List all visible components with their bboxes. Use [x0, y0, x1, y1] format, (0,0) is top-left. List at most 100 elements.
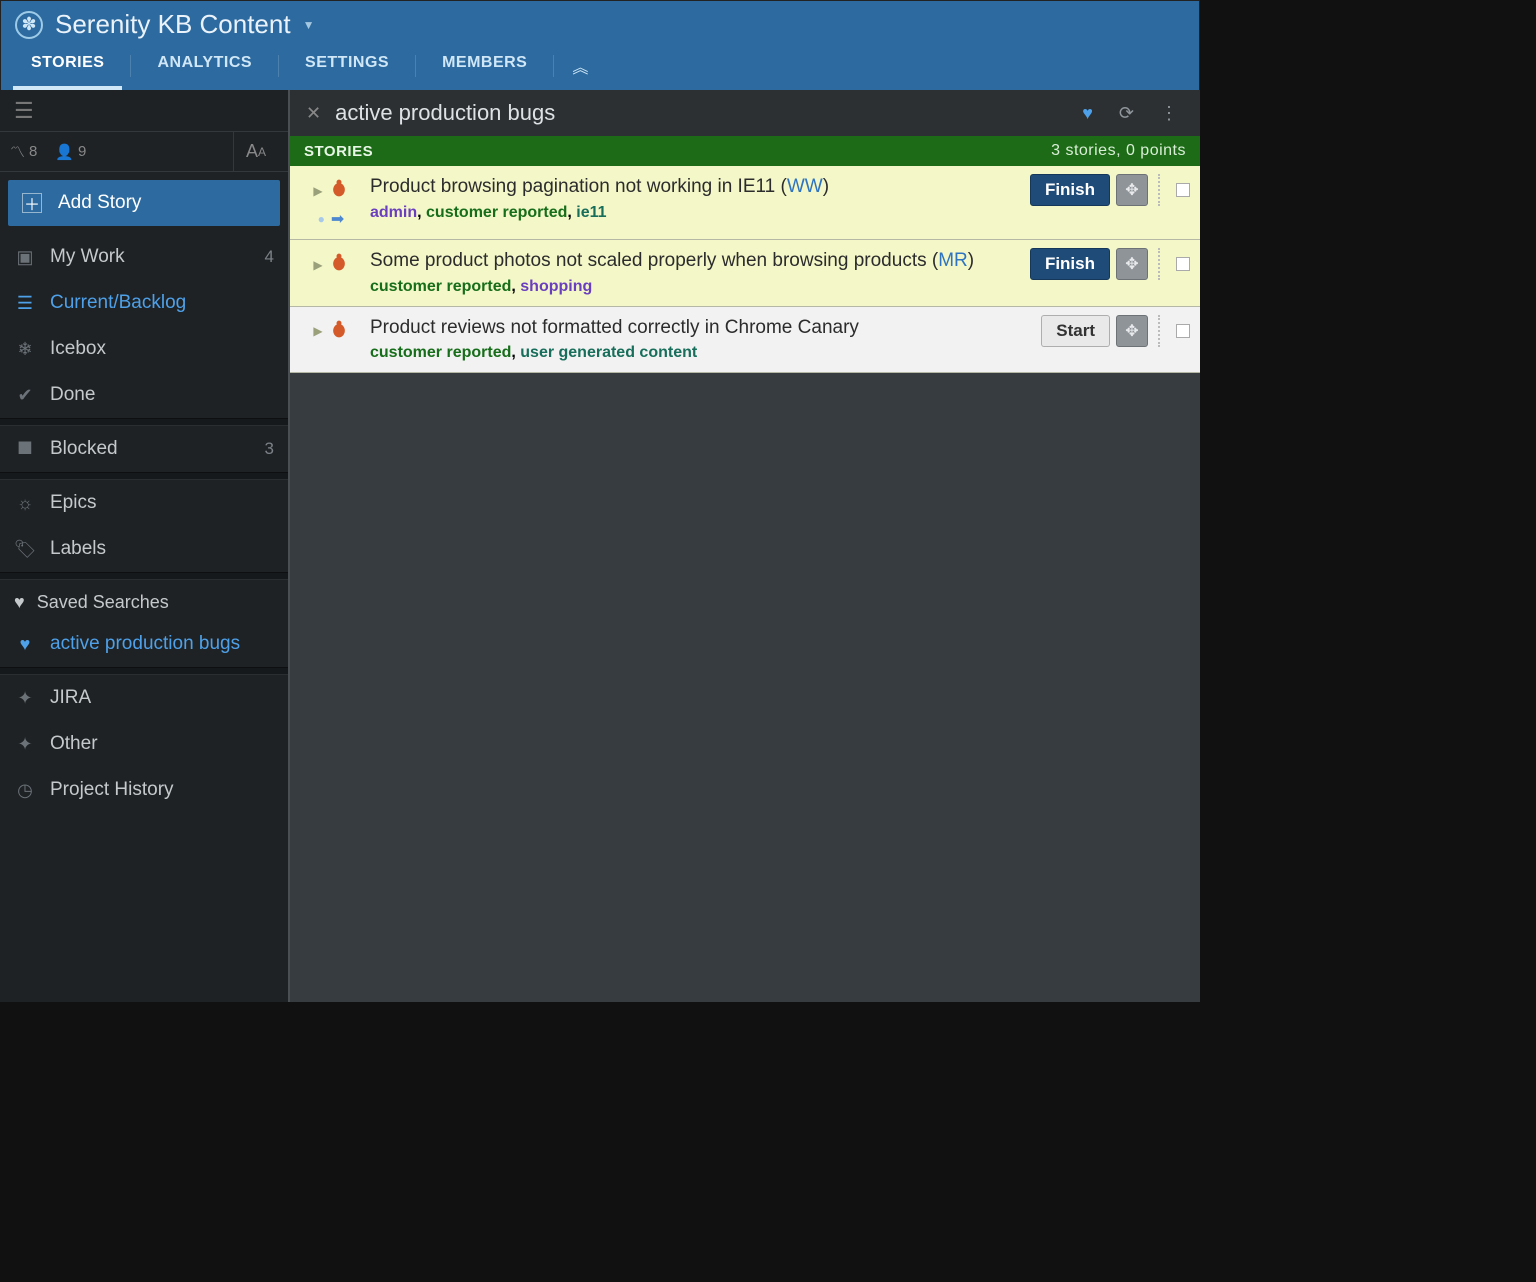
plus-icon: ＋ — [22, 193, 42, 213]
story-labels: customer reported, shopping — [370, 278, 1022, 296]
add-story-label: Add Story — [58, 192, 141, 214]
sidebar-item-label: Saved Searches — [37, 592, 169, 613]
move-icon[interactable]: ✥ — [1116, 315, 1148, 347]
sidebar-saved-searches-header[interactable]: ♥ Saved Searches — [0, 580, 288, 621]
close-icon[interactable]: ✕ — [306, 103, 321, 124]
story-title[interactable]: Product reviews not formatted correctly … — [370, 315, 1033, 341]
story-body: Product browsing pagination not working … — [370, 174, 1022, 222]
pointer-dot-icon: ● — [318, 212, 325, 226]
members-icon: 👤 — [55, 143, 74, 161]
refresh-icon[interactable]: ⟳ — [1113, 103, 1140, 124]
move-icon[interactable]: ✥ — [1116, 248, 1148, 280]
finish-button[interactable]: Finish — [1030, 174, 1110, 206]
current-backlog-icon: ☰ — [14, 293, 36, 314]
story-title[interactable]: Some product photos not scaled properly … — [370, 248, 1022, 274]
story-label[interactable]: customer reported — [426, 204, 567, 221]
sidebar-stats: 〽8 👤9 AA — [0, 132, 288, 172]
story-title[interactable]: Product browsing pagination not working … — [370, 174, 1022, 200]
other-icon: ✦ — [14, 734, 36, 755]
sidebar-item-label: active production bugs — [50, 633, 240, 655]
story-body: Some product photos not scaled properly … — [370, 248, 1022, 296]
main-tabs: STORIES ANALYTICS SETTINGS MEMBERS ︽ — [1, 42, 1199, 90]
story-label[interactable]: admin — [370, 204, 417, 221]
panel-section-label: STORIES — [304, 143, 373, 160]
sidebar-item-other[interactable]: ✦ Other — [0, 721, 288, 767]
heart-icon: ♥ — [14, 634, 36, 655]
sidebar-item-label: Done — [50, 384, 95, 406]
sidebar-item-current-backlog[interactable]: ☰ Current/Backlog — [0, 280, 288, 326]
stories-list: ▶●➡Product browsing pagination not worki… — [290, 166, 1200, 373]
project-title[interactable]: Serenity KB Content — [55, 9, 291, 40]
velocity-icon: 〽 — [10, 141, 25, 162]
hamburger-icon[interactable]: ☰ — [0, 98, 48, 124]
start-button[interactable]: Start — [1041, 315, 1110, 347]
bug-icon — [329, 319, 349, 344]
story-row[interactable]: ▶ Product reviews not formatted correctly… — [290, 307, 1200, 374]
expand-caret-icon[interactable]: ▶ — [313, 324, 322, 338]
sidebar-item-label: Current/Backlog — [50, 292, 186, 314]
story-label[interactable]: shopping — [520, 278, 592, 295]
panel-subheader: STORIES 3 stories, 0 points — [290, 136, 1200, 166]
velocity-stat[interactable]: 〽8 — [10, 141, 37, 162]
sidebar-item-my-work[interactable]: ▣ My Work 4 — [0, 234, 288, 280]
panel-header: ✕ active production bugs ♥ ⟳ ⋮ — [290, 90, 1200, 136]
tab-more-icon[interactable]: ︽ — [554, 42, 606, 90]
text-size-toggle[interactable]: AA — [233, 132, 278, 171]
main-panel: ✕ active production bugs ♥ ⟳ ⋮ STORIES 3… — [290, 90, 1200, 1002]
sidebar-item-blocked[interactable]: ⯀ Blocked 3 — [0, 426, 288, 472]
sidebar-item-icebox[interactable]: ❄ Icebox — [0, 326, 288, 372]
labels-icon: 🏷 — [14, 539, 36, 560]
tab-analytics[interactable]: ANALYTICS — [131, 42, 278, 90]
sidebar-item-jira[interactable]: ✦ JIRA — [0, 675, 288, 721]
story-label[interactable]: customer reported — [370, 344, 511, 361]
tab-members[interactable]: MEMBERS — [416, 42, 553, 90]
select-checkbox[interactable] — [1176, 183, 1190, 197]
story-labels: customer reported, user generated conten… — [370, 344, 1033, 362]
done-icon: ✔ — [14, 385, 36, 406]
expand-caret-icon[interactable]: ▶ — [313, 184, 322, 198]
sidebar-item-label: My Work — [50, 246, 125, 268]
story-owner-initials[interactable]: WW — [787, 176, 823, 197]
app-header: ✽ Serenity KB Content ▼ STORIES ANALYTIC… — [0, 0, 1200, 90]
sidebar-item-project-history[interactable]: ◷ Project History — [0, 767, 288, 813]
story-gutter: ▶ — [300, 315, 362, 344]
sidebar-item-done[interactable]: ✔ Done — [0, 372, 288, 418]
story-gutter: ▶ — [300, 248, 362, 277]
my-work-icon: ▣ — [14, 247, 36, 268]
story-label[interactable]: customer reported — [370, 278, 511, 295]
blocked-icon: ⯀ — [14, 439, 36, 460]
sidebar-item-label: Epics — [50, 492, 96, 514]
expand-caret-icon[interactable]: ▶ — [313, 258, 322, 272]
sidebar-item-count: 3 — [265, 439, 274, 459]
sidebar-item-epics[interactable]: ☼ Epics — [0, 480, 288, 526]
story-row[interactable]: ▶ Some product photos not scaled properly… — [290, 240, 1200, 307]
velocity-value: 8 — [29, 143, 37, 160]
move-icon[interactable]: ✥ — [1116, 174, 1148, 206]
tab-settings[interactable]: SETTINGS — [279, 42, 415, 90]
sidebar: ☰ 〽8 👤9 AA ＋ Add Story ▣ My Work 4 ☰ Cur… — [0, 90, 290, 1002]
select-checkbox[interactable] — [1176, 324, 1190, 338]
story-label[interactable]: user generated content — [520, 344, 697, 361]
heart-icon: ♥ — [14, 592, 25, 613]
story-owner-initials[interactable]: MR — [938, 250, 968, 271]
story-label[interactable]: ie11 — [576, 204, 606, 221]
favorite-icon[interactable]: ♥ — [1076, 103, 1099, 124]
story-body: Product reviews not formatted correctly … — [370, 315, 1033, 363]
sidebar-item-labels[interactable]: 🏷 Labels — [0, 526, 288, 572]
bug-icon — [329, 178, 349, 203]
members-stat[interactable]: 👤9 — [55, 143, 86, 161]
project-dropdown-caret-icon[interactable]: ▼ — [303, 18, 315, 32]
sidebar-item-label: Blocked — [50, 438, 118, 460]
sidebar-item-label: JIRA — [50, 687, 91, 709]
finish-button[interactable]: Finish — [1030, 248, 1110, 280]
sidebar-item-label: Project History — [50, 779, 174, 801]
more-menu-icon[interactable]: ⋮ — [1154, 103, 1184, 124]
story-row[interactable]: ▶●➡Product browsing pagination not worki… — [290, 166, 1200, 240]
select-checkbox[interactable] — [1176, 257, 1190, 271]
tab-stories[interactable]: STORIES — [5, 42, 130, 90]
app-logo-icon[interactable]: ✽ — [15, 11, 43, 39]
sidebar-item-active-prod-bugs[interactable]: ♥ active production bugs — [0, 621, 288, 667]
history-icon: ◷ — [14, 780, 36, 801]
add-story-button[interactable]: ＋ Add Story — [8, 180, 280, 226]
story-actions: Finish✥ — [1030, 248, 1190, 280]
